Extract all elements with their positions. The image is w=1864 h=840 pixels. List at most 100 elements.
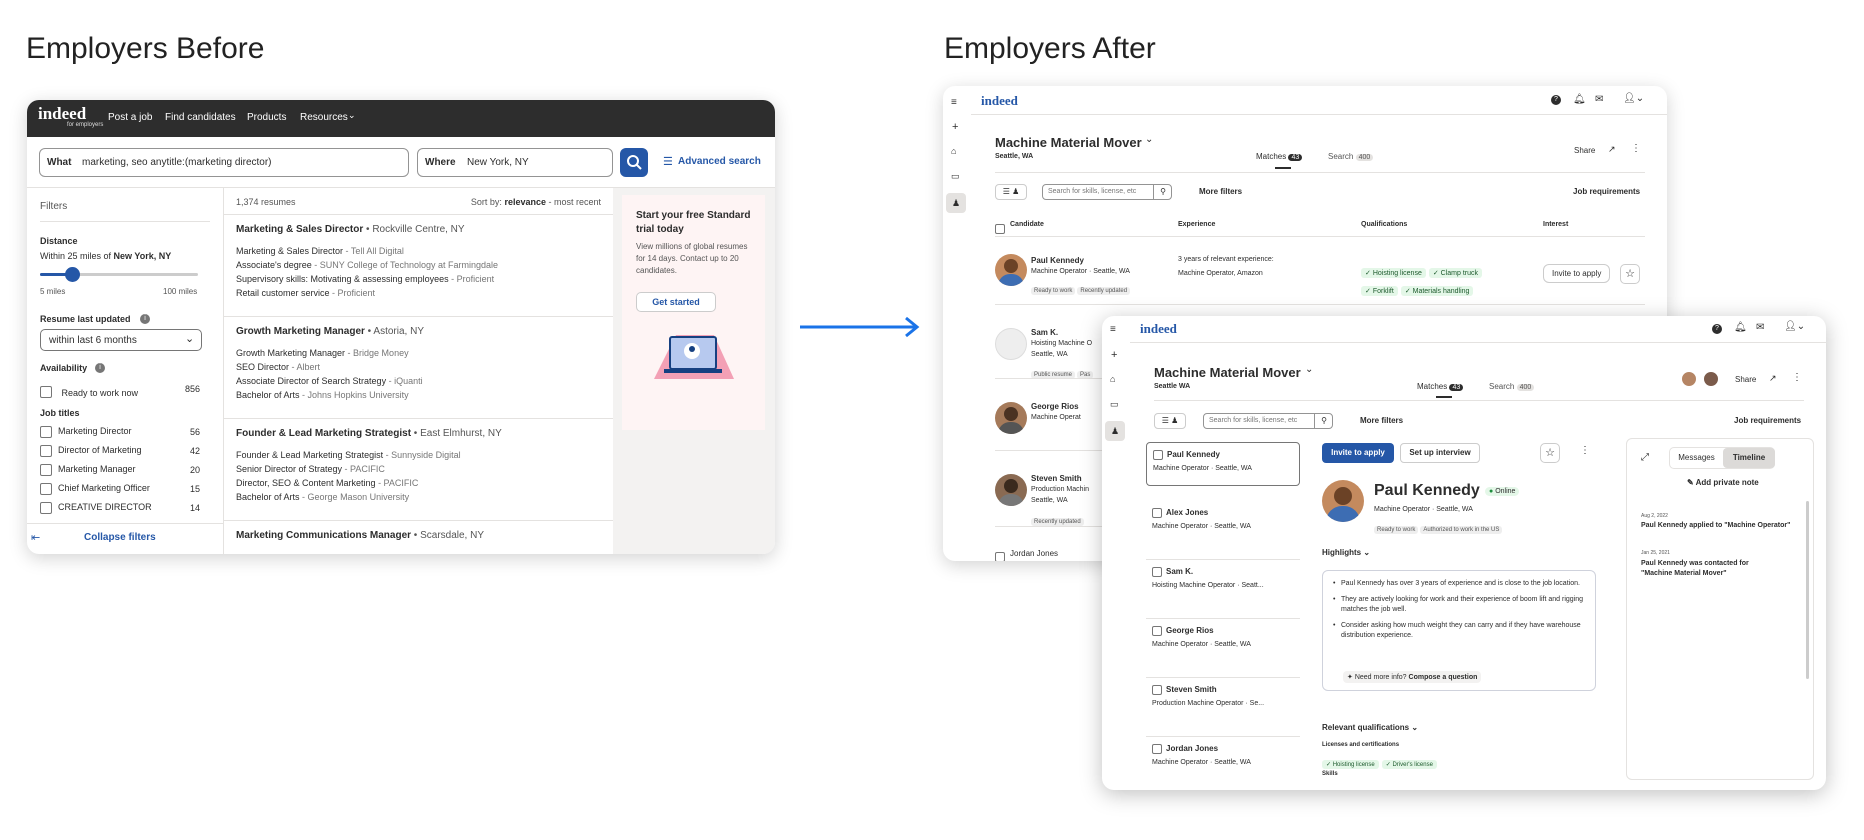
indeed-logo[interactable]: indeed: [981, 93, 1018, 109]
advanced-search-link[interactable]: Advanced search: [678, 156, 761, 167]
candidate-name[interactable]: Sam K.: [1031, 328, 1058, 337]
search-button[interactable]: [620, 148, 648, 177]
checkbox[interactable]: [995, 551, 1005, 561]
row-checkbox[interactable]: [995, 548, 1005, 561]
plus-icon[interactable]: +: [952, 121, 958, 133]
job-title-filter[interactable]: Chief Marketing Officer 15: [40, 483, 210, 502]
result-card[interactable]: Founder & Lead Marketing Strategist • Ea…: [224, 419, 613, 521]
expand-icon[interactable]: ⤢: [1641, 452, 1649, 463]
candidate-list-item[interactable]: Jordan Jones Machine Operator · Seattle, …: [1146, 737, 1300, 790]
candidate-name[interactable]: Steven Smith: [1031, 474, 1082, 483]
share-button[interactable]: Share: [1735, 375, 1756, 384]
job-requirements-link[interactable]: Job requirements: [1573, 187, 1640, 196]
where-input[interactable]: Where New York, NY: [417, 148, 613, 177]
menu-icon[interactable]: ≡: [1110, 324, 1116, 335]
job-title[interactable]: Machine Material Mover: [995, 135, 1142, 150]
info-icon[interactable]: i: [140, 314, 150, 324]
result-card[interactable]: Growth Marketing Manager • Astoria, NY Gr…: [224, 317, 613, 419]
resume-updated-select[interactable]: within last 6 months ⌄: [40, 329, 202, 351]
people-icon[interactable]: ♟: [1105, 421, 1125, 441]
result-title[interactable]: Growth Marketing Manager: [236, 326, 365, 337]
candidate-name[interactable]: Jordan Jones: [1010, 549, 1058, 558]
result-title[interactable]: Founder & Lead Marketing Strategist: [236, 428, 411, 439]
checkbox[interactable]: [1152, 685, 1162, 695]
plus-icon[interactable]: +: [1111, 349, 1117, 361]
collapse-filters-link[interactable]: Collapse filters: [84, 532, 156, 543]
highlights-header[interactable]: Highlights ⌄: [1322, 548, 1370, 557]
people-icon[interactable]: ♟: [946, 193, 966, 213]
get-started-button[interactable]: Get started: [636, 292, 716, 312]
checkbox[interactable]: [40, 385, 52, 398]
more-icon[interactable]: ⋮: [1631, 143, 1641, 154]
search-icon[interactable]: ⚲: [1314, 414, 1333, 428]
more-filters-button[interactable]: More filters: [1360, 416, 1403, 425]
slider-thumb[interactable]: [64, 267, 80, 282]
checkbox[interactable]: [40, 483, 52, 495]
checkbox[interactable]: [40, 464, 52, 476]
sort-control[interactable]: Sort by: relevance - most recent: [471, 197, 601, 207]
distance-slider[interactable]: [40, 267, 198, 282]
sort-active[interactable]: relevance: [504, 197, 546, 207]
candidate-name[interactable]: Paul Kennedy: [1031, 256, 1084, 265]
mail-icon[interactable]: ✉: [1595, 94, 1603, 105]
job-title-filter[interactable]: Marketing Manager 20: [40, 464, 210, 483]
candidate-list-item[interactable]: Alex Jones Machine Operator · Seattle, WA: [1146, 501, 1300, 560]
need-more-info[interactable]: ✦ Need more info? Compose a question: [1343, 671, 1482, 683]
account-icon[interactable]: 👤︎⌄: [1623, 93, 1644, 104]
scrollbar[interactable]: [1806, 501, 1809, 679]
chevron-down-icon[interactable]: ⌄: [1305, 364, 1313, 375]
star-icon[interactable]: ☆: [1540, 443, 1560, 463]
candidate-list-item[interactable]: Sam K. Hoisting Machine Operator · Seatt.…: [1146, 560, 1300, 619]
home-icon[interactable]: ⌂: [951, 146, 956, 156]
help-icon[interactable]: ?: [1551, 95, 1561, 105]
view-toggle[interactable]: ☰ ♟: [1154, 413, 1186, 429]
indeed-logo[interactable]: indeed: [38, 104, 86, 124]
job-title-filter[interactable]: Director of Marketing 42: [40, 445, 210, 464]
checkbox[interactable]: [40, 445, 52, 457]
tab-messages[interactable]: Messages: [1670, 448, 1723, 468]
invite-to-apply-button[interactable]: Invite to apply: [1543, 264, 1611, 283]
briefcase-icon[interactable]: ▭: [951, 171, 960, 182]
job-title-filter[interactable]: CREATIVE DIRECTOR 14: [40, 502, 210, 516]
avatar[interactable]: [1680, 370, 1698, 388]
skills-search-input[interactable]: Search for skills, license, etc ⚲: [1042, 184, 1172, 200]
candidate-list-item[interactable]: Paul Kennedy Machine Operator · Seattle, …: [1146, 442, 1300, 486]
tab-matches[interactable]: Matches 43: [1417, 382, 1464, 391]
bell-icon[interactable]: 🔔︎: [1734, 322, 1747, 333]
briefcase-icon[interactable]: ▭: [1110, 399, 1119, 410]
sort-recent[interactable]: - most recent: [546, 197, 601, 207]
result-title[interactable]: Marketing Communications Manager: [236, 530, 411, 541]
info-icon[interactable]: i: [95, 363, 105, 373]
tab-timeline[interactable]: Timeline: [1723, 448, 1775, 468]
what-input[interactable]: What marketing, seo anytitle:(marketing …: [39, 148, 409, 177]
tab-matches[interactable]: Matches 43: [1256, 152, 1303, 161]
checkbox[interactable]: [1152, 508, 1162, 518]
trend-icon[interactable]: ↗: [1769, 373, 1777, 384]
nav-products[interactable]: Products: [247, 112, 286, 123]
bell-icon[interactable]: 🔔︎: [1573, 94, 1586, 105]
checkbox[interactable]: [40, 426, 52, 438]
checkbox[interactable]: [1152, 567, 1162, 577]
relevant-quals-header[interactable]: Relevant qualifications ⌄: [1322, 723, 1418, 732]
account-icon[interactable]: 👤︎⌄: [1784, 321, 1805, 332]
setup-interview-button[interactable]: Set up interview: [1400, 443, 1480, 463]
job-title[interactable]: Machine Material Mover: [1154, 365, 1301, 380]
ready-filter[interactable]: Ready to work now 856: [40, 383, 210, 401]
more-filters-button[interactable]: More filters: [1199, 187, 1242, 196]
home-icon[interactable]: ⌂: [1110, 374, 1115, 384]
result-card[interactable]: Marketing & Sales Director • Rockville C…: [224, 215, 613, 317]
more-icon[interactable]: ⋮: [1792, 372, 1802, 383]
candidate-list-item[interactable]: George Rios Machine Operator · Seattle, W…: [1146, 619, 1300, 678]
avatar[interactable]: [1702, 370, 1720, 388]
mail-icon[interactable]: ✉: [1756, 322, 1764, 333]
checkbox[interactable]: [995, 223, 1005, 234]
result-card[interactable]: Marketing Communications Manager • Scars…: [224, 521, 613, 554]
checkbox[interactable]: [1153, 450, 1163, 460]
trend-icon[interactable]: ↗: [1608, 144, 1616, 155]
checkbox[interactable]: [1152, 626, 1162, 636]
view-toggle[interactable]: ☰ ♟: [995, 184, 1027, 200]
tab-search[interactable]: Search 400: [1328, 152, 1374, 161]
candidate-list-item[interactable]: Steven Smith Production Machine Operator …: [1146, 678, 1300, 737]
more-icon[interactable]: ⋮: [1580, 445, 1590, 456]
indeed-logo[interactable]: indeed: [1140, 321, 1177, 337]
